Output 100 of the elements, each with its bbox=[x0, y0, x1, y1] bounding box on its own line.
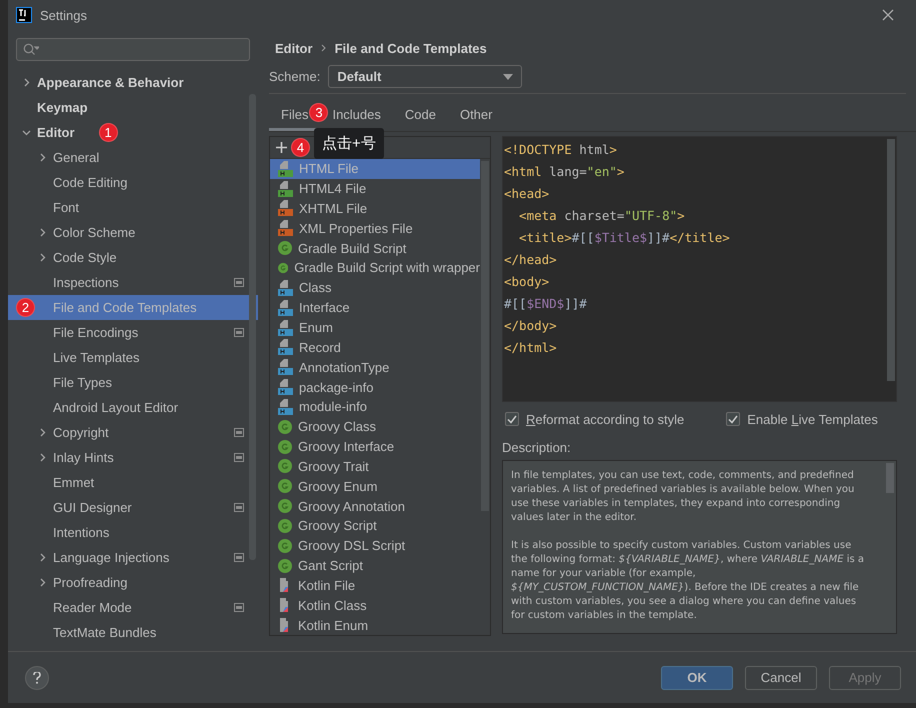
tree-item-label: Emmet bbox=[53, 475, 94, 490]
tree-item[interactable]: Live Templates bbox=[8, 345, 258, 370]
tree-item[interactable]: Keymap bbox=[8, 95, 258, 120]
template-item[interactable]: Gradle Build Script with wrapper bbox=[270, 258, 480, 278]
scheme-dropdown[interactable]: Default bbox=[328, 65, 522, 88]
scrollbar[interactable] bbox=[481, 161, 489, 511]
tree-item[interactable]: Inlay Hints bbox=[8, 445, 258, 470]
checkbox[interactable] bbox=[505, 412, 519, 426]
template-item[interactable]: Interface bbox=[270, 298, 480, 318]
template-label: Gradle Build Script with wrapper bbox=[294, 260, 480, 276]
g-circle-icon bbox=[278, 260, 288, 275]
template-item[interactable]: Class bbox=[270, 278, 480, 298]
tree-item[interactable]: Proofreading bbox=[8, 570, 258, 595]
scrollbar[interactable] bbox=[886, 463, 894, 493]
tree-item[interactable]: Appearance & Behavior bbox=[8, 70, 258, 95]
annotation-badge: 3 bbox=[309, 103, 328, 122]
search-field[interactable] bbox=[16, 38, 250, 61]
template-item[interactable]: Groovy Trait bbox=[270, 456, 480, 476]
checkbox-label: Reformat according to style bbox=[526, 412, 684, 426]
chevron-right-icon bbox=[320, 44, 327, 52]
template-item[interactable]: Gant Script bbox=[270, 556, 480, 576]
template-item[interactable]: XML Properties File bbox=[270, 218, 480, 238]
file-icon bbox=[278, 398, 293, 415]
chevron-right-icon[interactable] bbox=[38, 553, 47, 562]
g-circle-icon bbox=[278, 440, 292, 454]
template-item[interactable]: Enum bbox=[270, 318, 480, 338]
tree-item-label: Reader Mode bbox=[53, 600, 132, 615]
checkbox[interactable] bbox=[726, 412, 740, 426]
template-item[interactable]: Groovy Interface bbox=[270, 436, 480, 456]
tree-item[interactable]: Reader Mode bbox=[8, 595, 258, 620]
tree-item[interactable]: Copyright bbox=[8, 420, 258, 445]
chevron-right-icon[interactable] bbox=[38, 578, 47, 587]
template-item[interactable]: Groovy Enum bbox=[270, 476, 480, 496]
code-line: </html> bbox=[504, 339, 558, 357]
chevron-right-icon[interactable] bbox=[38, 228, 47, 237]
tree-item[interactable]: Font bbox=[8, 195, 258, 220]
chevron-right-icon[interactable] bbox=[38, 453, 47, 462]
template-item[interactable]: Kotlin File bbox=[270, 576, 480, 596]
tab[interactable]: Code bbox=[392, 98, 448, 131]
template-item[interactable]: Groovy DSL Script bbox=[270, 536, 480, 556]
scrollbar[interactable] bbox=[249, 94, 256, 560]
tree-item[interactable]: 2 File and Code Templates bbox=[8, 295, 258, 320]
template-item[interactable]: Gradle Build Script bbox=[270, 238, 480, 258]
tree-item[interactable]: Editor 1 bbox=[8, 120, 258, 145]
template-label: AnnotationType bbox=[299, 360, 390, 375]
g-circle-icon bbox=[278, 558, 292, 573]
template-label: Gant Script bbox=[298, 558, 364, 574]
chevron-right-icon[interactable] bbox=[22, 78, 31, 87]
template-item[interactable]: Kotlin Class bbox=[270, 595, 480, 616]
template-item[interactable]: module-info bbox=[270, 396, 480, 417]
code-editor[interactable]: <!DOCTYPE html> <html lang="en"> <head> <meta charset="UTF-8"> <title>#[[$Title$]]#</title> </head> <body> #[[$END$]]# </body> </html> bbox=[502, 136, 897, 402]
help-button[interactable] bbox=[25, 666, 49, 690]
chevron-right-icon[interactable] bbox=[38, 253, 47, 262]
dialog-button[interactable]: OK bbox=[661, 666, 733, 690]
tree-item[interactable]: Emmet bbox=[8, 470, 258, 495]
template-item[interactable]: Groovy Class bbox=[270, 416, 480, 437]
template-item[interactable]: Groovy Script bbox=[270, 516, 480, 536]
chevron-right-icon[interactable] bbox=[38, 153, 47, 162]
tree-item[interactable]: Android Layout Editor bbox=[8, 395, 258, 420]
tree-item-label: Intentions bbox=[53, 525, 110, 540]
file-icon bbox=[278, 300, 293, 316]
tree-item[interactable]: Code Editing bbox=[8, 170, 258, 195]
tree-item[interactable]: GUI Designer bbox=[8, 495, 258, 520]
add-icon[interactable] bbox=[276, 142, 287, 153]
template-item[interactable]: HTML4 File bbox=[270, 178, 480, 199]
template-item[interactable]: AnnotationType bbox=[270, 357, 480, 378]
tree-item[interactable]: TextMate Bundles bbox=[8, 620, 258, 645]
chevron-right-icon[interactable] bbox=[38, 428, 47, 437]
question-mark-icon bbox=[33, 672, 41, 684]
tree-item[interactable]: Inspections bbox=[8, 270, 258, 295]
close-icon[interactable] bbox=[882, 9, 894, 21]
template-label: Gradle Build Script bbox=[298, 240, 406, 256]
tab[interactable]: Other bbox=[448, 98, 504, 131]
template-item[interactable]: Groovy Annotation bbox=[270, 496, 480, 516]
dialog-button[interactable]: Cancel bbox=[745, 666, 817, 690]
breadcrumb-item: Editor bbox=[275, 40, 313, 56]
project-icon bbox=[234, 428, 244, 437]
tree-item[interactable]: File Encodings bbox=[8, 320, 258, 345]
tree-item[interactable]: Language Injections bbox=[8, 545, 258, 570]
template-item[interactable]: package-info bbox=[270, 377, 480, 397]
tree-item[interactable]: Intentions bbox=[8, 520, 258, 545]
template-item[interactable]: Record bbox=[270, 337, 480, 358]
chevron-down-icon[interactable] bbox=[22, 128, 31, 137]
tree-item[interactable]: Color Scheme bbox=[8, 220, 258, 245]
template-label: Kotlin File bbox=[298, 578, 356, 593]
tooltip: 点击+号 bbox=[314, 128, 384, 159]
tree-item[interactable]: General bbox=[8, 145, 258, 170]
file-icon bbox=[278, 220, 293, 236]
template-label: XML Properties File bbox=[299, 220, 413, 236]
tree-item-label: File Types bbox=[53, 375, 112, 390]
template-item[interactable]: Kotlin Enum bbox=[270, 615, 480, 636]
tree-item-label: Font bbox=[53, 200, 80, 215]
template-item[interactable]: XHTML File bbox=[270, 198, 480, 218]
scrollbar[interactable] bbox=[887, 139, 895, 381]
tree-item[interactable]: File Types bbox=[8, 370, 258, 395]
template-label: Enum bbox=[299, 320, 333, 335]
tree-item-label: TextMate Bundles bbox=[53, 625, 156, 640]
file-icon bbox=[278, 320, 293, 336]
template-label: package-info bbox=[299, 380, 374, 395]
tree-item[interactable]: Code Style bbox=[8, 245, 258, 270]
